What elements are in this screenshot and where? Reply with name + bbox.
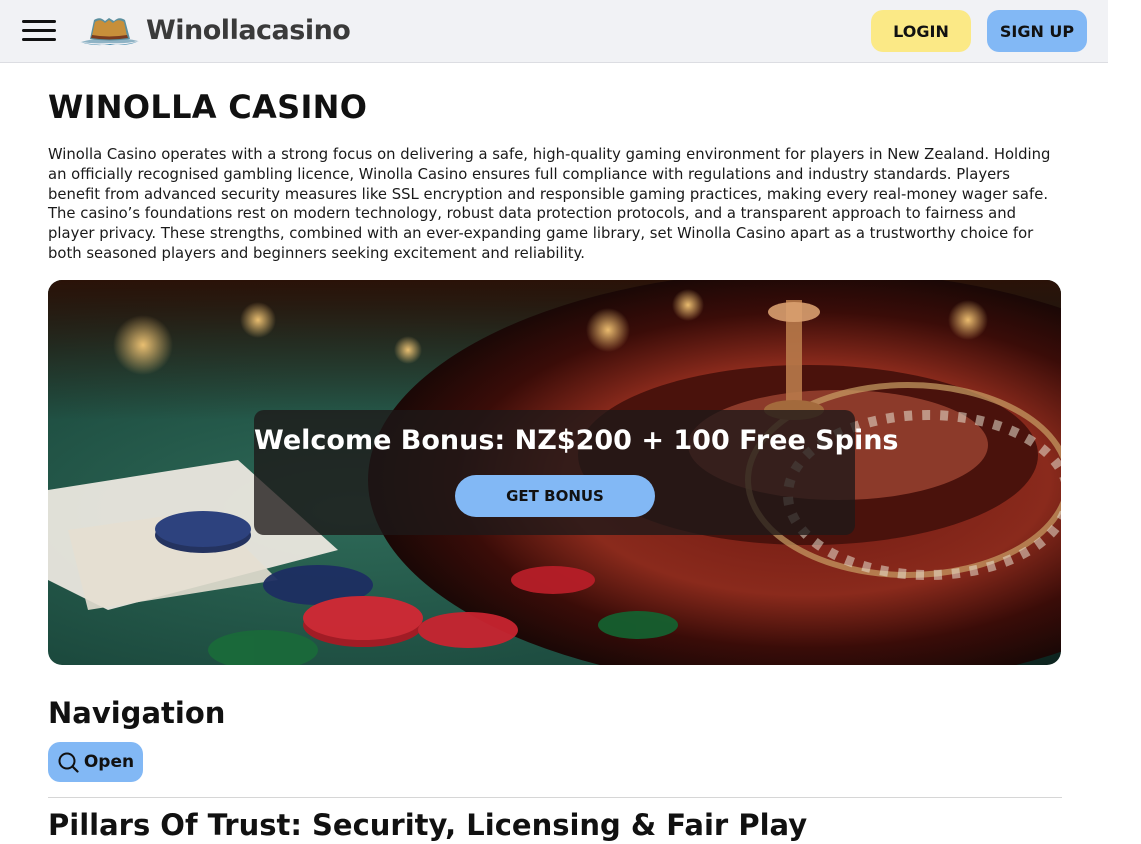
page-title: WINOLLA CASINO [48,88,368,126]
site-header: Winollacasino LOGIN SIGN UP [0,0,1108,63]
section-heading: Pillars Of Trust: Security, Licensing & … [48,808,808,842]
navigation-open-button[interactable]: Open [48,742,143,782]
get-bonus-button[interactable]: GET BONUS [455,475,655,517]
hero-banner: Welcome Bonus: NZ$200 + 100 Free Spins G… [48,280,1061,665]
hamburger-menu-icon[interactable] [22,18,56,44]
site-logo[interactable]: Winollacasino [78,12,351,48]
signup-button[interactable]: SIGN UP [987,10,1087,52]
promo-card: Welcome Bonus: NZ$200 + 100 Free Spins G… [254,410,899,535]
section-divider [48,797,1062,798]
logo-text: Winollacasino [146,14,351,46]
login-button[interactable]: LOGIN [871,10,971,52]
open-label: Open [83,752,135,772]
intro-paragraph: Winolla Casino operates with a strong fo… [48,146,1051,262]
cowboy-hat-icon [80,18,139,46]
promo-title: Welcome Bonus: NZ$200 + 100 Free Spins [254,425,899,456]
search-icon [58,752,79,773]
navigation-heading: Navigation [48,696,226,730]
page-scrollbar[interactable] [1108,0,1141,844]
